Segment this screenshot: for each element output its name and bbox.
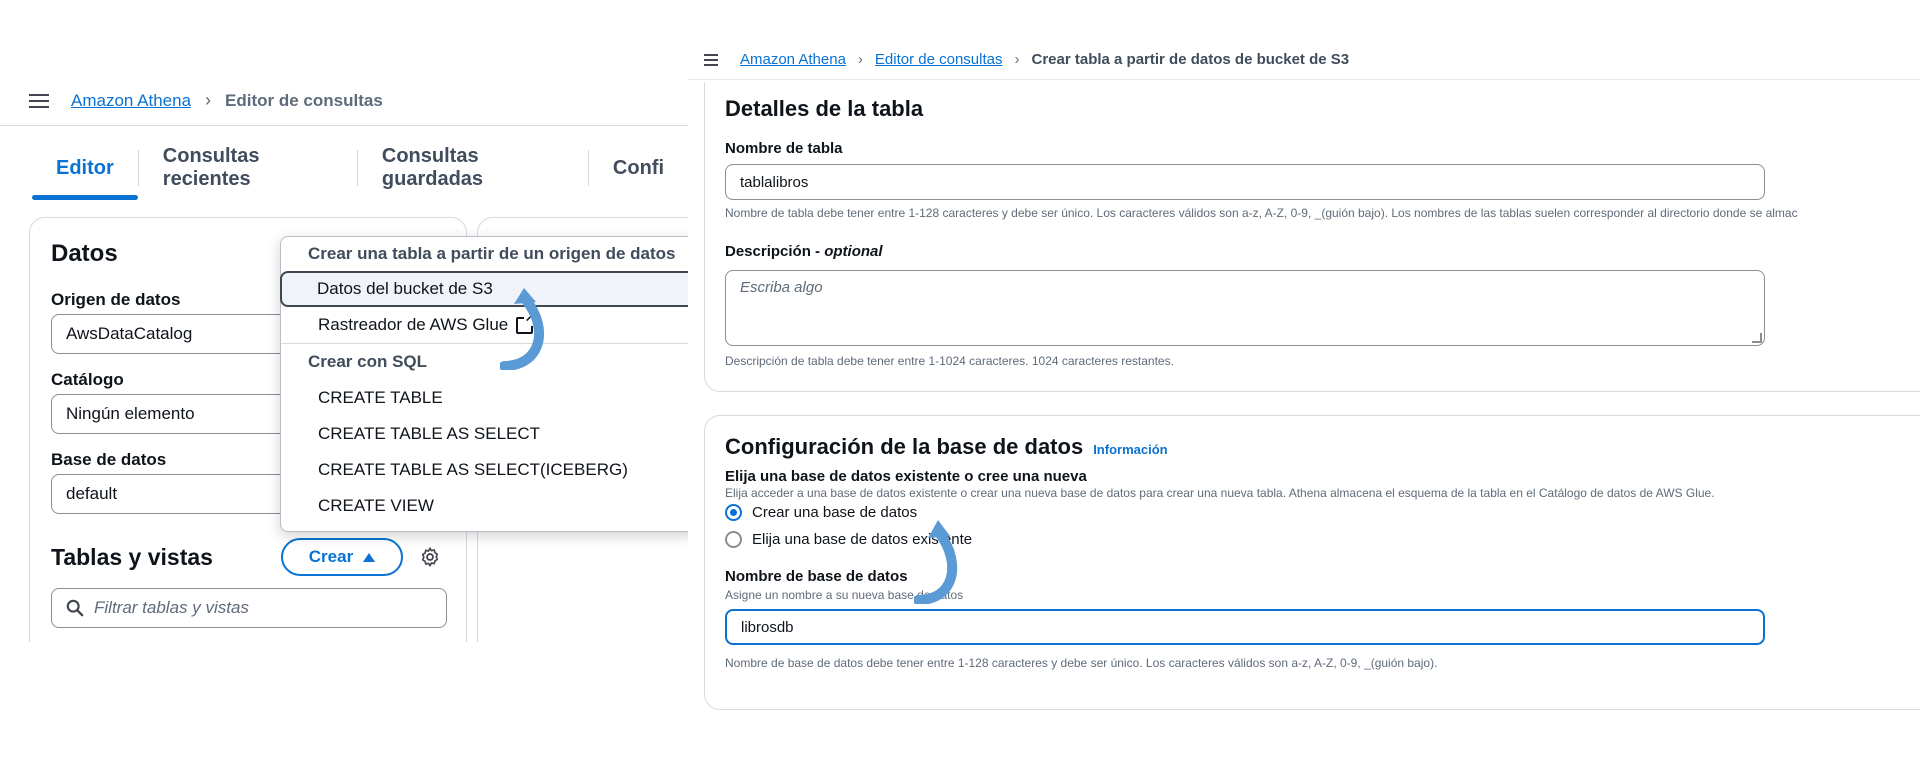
resize-handle-icon[interactable]	[1752, 333, 1762, 343]
right-header: Amazon Athena › Editor de consultas › Cr…	[688, 40, 1920, 80]
tab-recent-queries[interactable]: Consultas recientes	[137, 145, 357, 190]
table-details-title: Detalles de la tabla	[725, 96, 924, 121]
optional-tag: optional	[824, 243, 883, 260]
radio-existing-db-label: Elija una base de datos existente	[752, 531, 973, 548]
info-link[interactable]: Información	[1093, 442, 1167, 457]
database-config-title: Configuración de la base de datos Informa…	[725, 434, 1168, 459]
menu-item-glue-crawler[interactable]: Rastreador de AWS Glue	[281, 307, 688, 343]
menu-item-create-view[interactable]: CREATE VIEW	[281, 488, 688, 524]
tables-views-title: Tablas y vistas	[51, 544, 213, 570]
database-config-card: Configuración de la base de datos Informa…	[704, 415, 1920, 710]
editor-tabs: Editor Consultas recientes Consultas gua…	[32, 140, 688, 200]
hamburger-menu-icon[interactable]	[704, 53, 718, 66]
left-screenshot: Amazon Athena › Editor de consultas Edit…	[0, 0, 688, 642]
breadcrumb-athena-link[interactable]: Amazon Athena	[71, 91, 191, 111]
description-textarea[interactable]: Escriba algo	[725, 270, 1765, 346]
breadcrumb-athena-link[interactable]: Amazon Athena	[740, 51, 846, 68]
table-name-hint: Nombre de tabla debe tener entre 1-128 c…	[725, 206, 1798, 220]
radio-unselected-icon[interactable]	[725, 531, 742, 548]
breadcrumb-current: Editor de consultas	[225, 90, 383, 110]
db-name-hint: Nombre de base de datos debe tener entre…	[725, 656, 1438, 670]
table-name-label: Nombre de tabla	[725, 140, 843, 157]
dropdown-group-datasource: Crear una tabla a partir de un origen de…	[308, 244, 676, 263]
chevron-right-icon: ›	[205, 90, 212, 110]
create-button[interactable]: Crear	[281, 538, 403, 576]
tab-saved-queries[interactable]: Consultas guardadas	[356, 145, 588, 190]
breadcrumb-editor-link[interactable]: Editor de consultas	[875, 51, 1003, 68]
dropdown-group-sql: Crear con SQL	[308, 352, 428, 371]
menu-item-ctas-iceberg[interactable]: CREATE TABLE AS SELECT(ICEBERG)	[281, 452, 688, 488]
database-label: Base de datos	[51, 450, 167, 469]
catalog-label: Catálogo	[51, 370, 124, 389]
gear-icon[interactable]	[419, 546, 441, 568]
description-hint: Descripción de tabla debe tener entre 1-…	[725, 354, 1174, 368]
choose-db-hint: Elija acceder a una base de datos existe…	[725, 486, 1715, 500]
radio-create-db[interactable]: Crear una base de datos	[725, 504, 917, 521]
data-panel-title: Datos	[51, 240, 118, 267]
radio-create-db-label: Crear una base de datos	[752, 504, 918, 521]
create-dropdown-menu: Crear una tabla a partir de un origen de…	[280, 236, 688, 532]
chevron-right-icon: ›	[857, 51, 863, 68]
hamburger-menu-icon[interactable]	[29, 93, 49, 108]
description-placeholder: Escriba algo	[740, 279, 823, 296]
menu-item-ctas[interactable]: CREATE TABLE AS SELECT	[281, 416, 688, 452]
table-name-input[interactable]: tablalibros	[725, 164, 1765, 200]
filter-placeholder: Filtrar tablas y vistas	[94, 598, 249, 617]
menu-item-glue-label: Rastreador de AWS Glue	[318, 315, 509, 334]
chevron-right-icon: ›	[1014, 51, 1020, 68]
filter-tables-input[interactable]: Filtrar tablas y vistas	[51, 588, 447, 628]
db-name-input[interactable]: librosdb	[725, 609, 1765, 645]
menu-item-create-table[interactable]: CREATE TABLE	[281, 380, 688, 416]
data-source-label: Origen de datos	[51, 290, 181, 309]
menu-item-s3-bucket[interactable]: Datos del bucket de S3	[280, 271, 688, 307]
table-details-card: Detalles de la tabla Nombre de tabla tab…	[704, 82, 1920, 392]
breadcrumb-current: Crear tabla a partir de datos de bucket …	[1031, 51, 1350, 68]
db-name-label: Nombre de base de datos	[725, 568, 908, 585]
radio-existing-db[interactable]: Elija una base de datos existente	[725, 531, 972, 548]
tab-editor[interactable]: Editor	[32, 150, 138, 200]
search-icon	[66, 599, 84, 617]
choose-db-label: Elija una base de datos existente o cree…	[725, 468, 1087, 485]
caret-up-icon	[363, 552, 376, 562]
tab-settings[interactable]: Confi	[587, 150, 688, 186]
radio-selected-icon[interactable]	[725, 504, 742, 521]
right-screenshot: Amazon Athena › Editor de consultas › Cr…	[688, 40, 1920, 730]
left-header: Amazon Athena › Editor de consultas	[0, 76, 688, 126]
description-label: Descripción - optional	[725, 243, 883, 260]
create-button-label: Crear	[308, 547, 354, 566]
db-name-sublabel: Asigne un nombre a su nueva base de dato…	[725, 588, 964, 602]
external-link-icon	[516, 309, 536, 334]
